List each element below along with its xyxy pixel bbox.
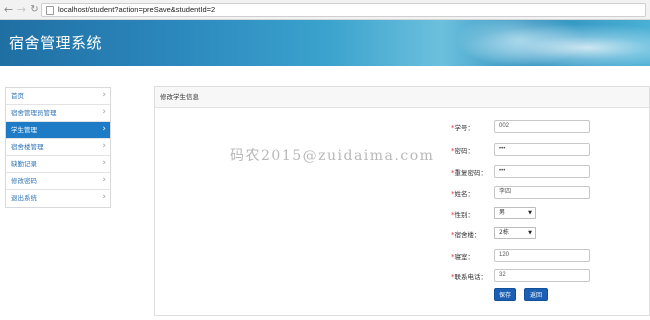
building-label: *宿舍楼： bbox=[451, 231, 481, 239]
phone-label: *联系电话： bbox=[451, 273, 487, 281]
gender-select[interactable]: 男 ▼ bbox=[494, 207, 536, 219]
page-icon bbox=[46, 6, 54, 15]
forward-arrow-icon[interactable]: → bbox=[15, 3, 28, 16]
room-label: *寝室： bbox=[451, 253, 474, 261]
save-button[interactable]: 保存 bbox=[494, 288, 516, 301]
sidebar-item-home[interactable]: 首页 › bbox=[6, 88, 110, 105]
reload-icon[interactable]: ↻ bbox=[28, 3, 41, 16]
chevron-right-icon: › bbox=[102, 192, 106, 202]
url-text[interactable]: localhost/student?action=preSave&student… bbox=[58, 4, 215, 16]
sidebar-item-label: 缺勤记录 bbox=[11, 160, 37, 168]
password-repeat-input[interactable]: ••• bbox=[494, 165, 590, 178]
sidebar-item-label: 修改密码 bbox=[11, 177, 37, 185]
back-arrow-icon[interactable]: ← bbox=[2, 3, 15, 16]
gender-select-value: 男 bbox=[499, 209, 506, 216]
address-bar[interactable]: localhost/student?action=preSave&student… bbox=[41, 3, 646, 17]
password-repeat-label: *重复密码： bbox=[451, 169, 487, 177]
sidebar-item-logout[interactable]: 退出系统 › bbox=[6, 190, 110, 207]
student-no-label: *学号： bbox=[451, 124, 474, 132]
sidebar-item-password[interactable]: 修改密码 › bbox=[6, 173, 110, 190]
password-label: *密码： bbox=[451, 147, 474, 155]
header-wave-decoration bbox=[440, 20, 650, 66]
sidebar-item-absence[interactable]: 缺勤记录 › bbox=[6, 156, 110, 173]
chevron-right-icon: › bbox=[102, 124, 106, 134]
chevron-right-icon: › bbox=[102, 107, 106, 117]
sidebar-item-label: 宿舍楼管理 bbox=[11, 143, 44, 151]
gender-label: *性别： bbox=[451, 211, 474, 219]
app-title: 宿舍管理系统 bbox=[9, 34, 103, 52]
back-button[interactable]: 返回 bbox=[524, 288, 548, 301]
phone-input[interactable]: 32 bbox=[494, 269, 590, 282]
building-select-value: 2栋 bbox=[499, 229, 509, 236]
password-input[interactable]: ••• bbox=[494, 143, 590, 156]
sidebar-item-building[interactable]: 宿舍楼管理 › bbox=[6, 139, 110, 156]
sidebar-item-student[interactable]: 学生管理 › bbox=[6, 122, 110, 139]
room-input[interactable]: 120 bbox=[494, 249, 590, 262]
sidebar-item-label: 退出系统 bbox=[11, 194, 37, 202]
panel-title: 修改学生信息 bbox=[155, 87, 649, 108]
sidebar-nav: 首页 › 宿舍管理员管理 › 学生管理 › 宿舍楼管理 › 缺勤记录 › 修改密… bbox=[5, 87, 111, 208]
chevron-right-icon: › bbox=[102, 90, 106, 100]
app-header: 宿舍管理系统 bbox=[0, 20, 650, 66]
chevron-right-icon: › bbox=[102, 175, 106, 185]
watermark-text: 码农2015@zuidaima.com bbox=[230, 148, 435, 164]
sidebar-item-dorm-manager[interactable]: 宿舍管理员管理 › bbox=[6, 105, 110, 122]
building-select[interactable]: 2栋 ▼ bbox=[494, 227, 536, 239]
chevron-right-icon: › bbox=[102, 141, 106, 151]
dropdown-caret-icon: ▼ bbox=[528, 230, 532, 236]
student-no-input[interactable]: 002 bbox=[494, 120, 590, 133]
dropdown-caret-icon: ▼ bbox=[528, 210, 532, 216]
browser-toolbar: ← → ↻ localhost/student?action=preSave&s… bbox=[0, 0, 650, 20]
sidebar-item-label: 首页 bbox=[11, 92, 24, 100]
name-label: *姓名： bbox=[451, 190, 474, 198]
sidebar-item-label: 宿舍管理员管理 bbox=[11, 109, 57, 117]
name-input[interactable]: 李四 bbox=[494, 186, 590, 199]
chevron-right-icon: › bbox=[102, 158, 106, 168]
sidebar-item-label: 学生管理 bbox=[11, 126, 37, 134]
